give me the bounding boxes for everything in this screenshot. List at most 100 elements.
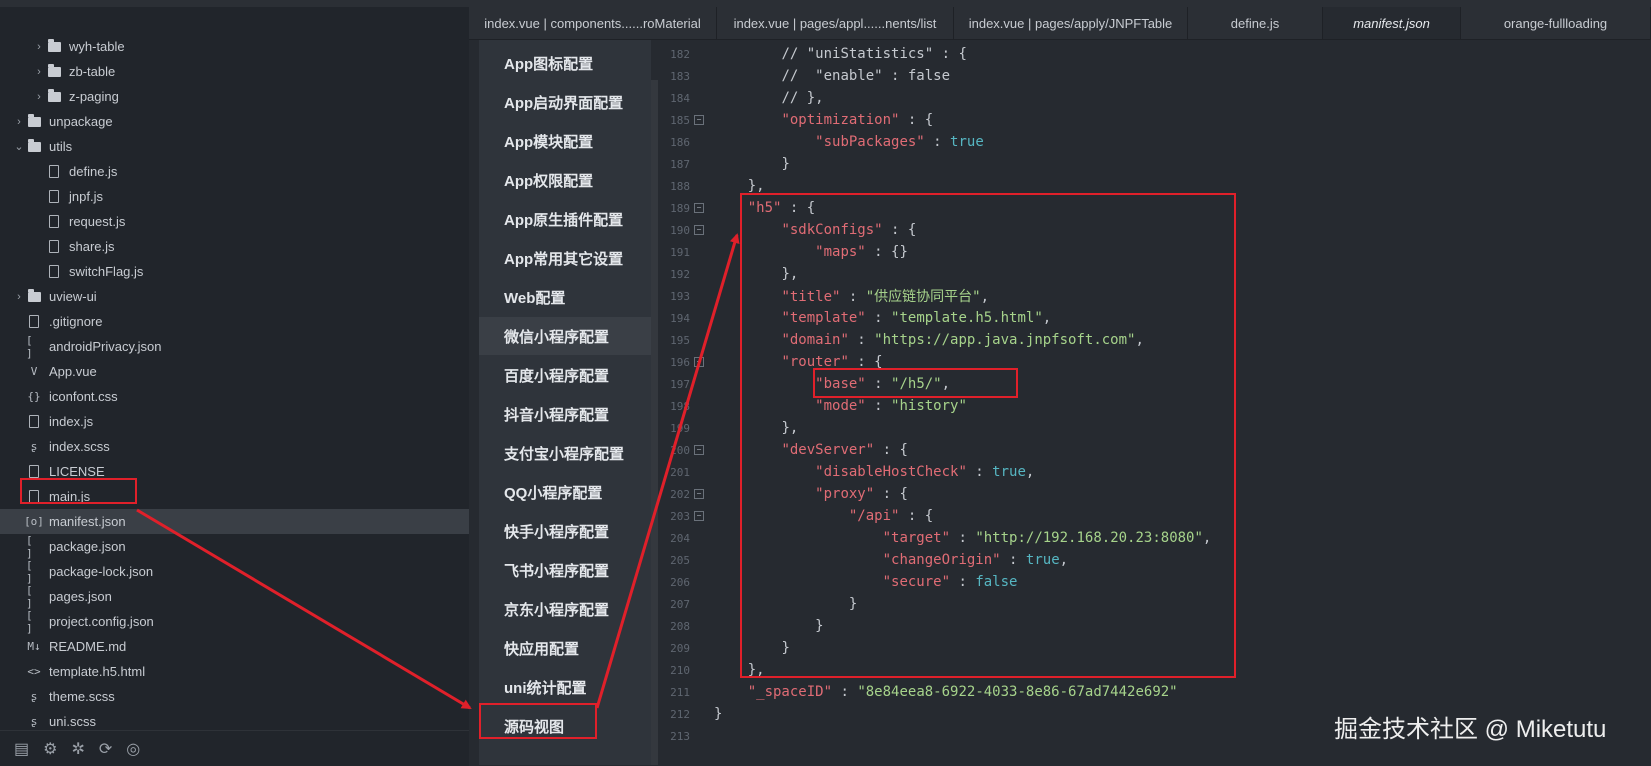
- line-number: 187: [670, 157, 690, 171]
- file-item[interactable]: .gitignore: [0, 309, 469, 334]
- file-item[interactable]: [ ] androidPrivacy.json: [0, 334, 469, 360]
- config-nav-item[interactable]: Web配置: [479, 278, 651, 316]
- chevron-down-icon[interactable]: ⌄: [12, 140, 26, 153]
- file-item[interactable]: V App.vue: [0, 359, 469, 384]
- config-nav-item[interactable]: 抖音小程序配置: [479, 395, 651, 433]
- line-number: 211: [670, 685, 690, 699]
- file-item[interactable]: index.js: [0, 409, 469, 434]
- code-token: :: [924, 134, 951, 150]
- fold-toggle-icon[interactable]: −: [694, 225, 704, 235]
- annotation-box-h5: [740, 193, 1236, 678]
- explorer-toolbar: ▤ ⚙ ✲ ⟳ ◎: [0, 730, 469, 766]
- file-item[interactable]: switchFlag.js: [0, 259, 469, 284]
- code-line: 211 "_spaceID" : "8e84eea8-6922-4033-8e86…: [658, 681, 1651, 703]
- tree-item-label: z-paging: [69, 89, 119, 104]
- chevron-right-icon[interactable]: ›: [32, 66, 46, 78]
- code-token: :: [832, 684, 858, 700]
- tree-item-label: jnpf.js: [69, 189, 103, 204]
- file-item[interactable]: [ ] pages.json: [0, 584, 469, 610]
- fold-toggle-icon[interactable]: −: [694, 511, 704, 521]
- folder-item[interactable]: › wyh-table: [0, 34, 469, 59]
- chevron-right-icon[interactable]: ›: [12, 116, 26, 128]
- config-nav-item[interactable]: App权限配置: [479, 161, 651, 199]
- config-nav-item[interactable]: App原生插件配置: [479, 200, 651, 238]
- tree-item-label: androidPrivacy.json: [49, 339, 162, 354]
- line-number: 192: [670, 267, 690, 281]
- tree-item-label: pages.json: [49, 589, 112, 604]
- explorer-icon[interactable]: ▤: [14, 739, 29, 759]
- git-icon[interactable]: ⟳: [99, 739, 112, 759]
- debug-icon[interactable]: ✲: [71, 739, 84, 759]
- file-shape: [29, 315, 39, 328]
- file-item[interactable]: [ ] package.json: [0, 534, 469, 560]
- config-nav-item[interactable]: QQ小程序配置: [479, 473, 651, 511]
- line-number: 184: [670, 91, 690, 105]
- file-type-icon: M↓: [27, 640, 41, 653]
- fold-toggle-icon[interactable]: −: [694, 357, 704, 367]
- tree-item-label: App.vue: [49, 364, 97, 379]
- tree-item-label: LICENSE: [49, 464, 105, 479]
- config-nav-item[interactable]: 快手小程序配置: [479, 512, 651, 550]
- code-line: 186 "subPackages" : true: [658, 131, 1651, 153]
- editor-tab[interactable]: index.vue | pages/apply/JNPFTable: [954, 7, 1188, 39]
- folder-icon: [46, 38, 62, 55]
- line-number: 207: [670, 597, 690, 611]
- config-nav-item[interactable]: 京东小程序配置: [479, 590, 651, 628]
- config-nav-item[interactable]: App图标配置: [479, 44, 651, 82]
- editor-tab[interactable]: orange-fullloading: [1461, 7, 1651, 39]
- file-item[interactable]: jnpf.js: [0, 184, 469, 209]
- config-nav-scrollbar[interactable]: [651, 80, 658, 765]
- editor-tab[interactable]: index.vue | components......roMaterial: [469, 7, 717, 39]
- folder-shape: [47, 63, 61, 77]
- folder-shape: [47, 88, 61, 102]
- config-nav-item[interactable]: 快应用配置: [479, 629, 651, 667]
- file-item[interactable]: request.js: [0, 209, 469, 234]
- code-text: // "uniStatistics" : {: [781, 46, 966, 62]
- tree-item-label: define.js: [69, 164, 118, 179]
- file-item[interactable]: {} iconfont.css: [0, 384, 469, 409]
- folder-item[interactable]: › unpackage: [0, 109, 469, 134]
- code-line: 182 // "uniStatistics" : {: [658, 43, 1651, 65]
- chevron-right-icon[interactable]: ›: [12, 291, 26, 303]
- fold-toggle-icon[interactable]: −: [694, 203, 704, 213]
- fold-toggle-icon[interactable]: −: [694, 489, 704, 499]
- plugin-icon[interactable]: ◎: [126, 739, 140, 759]
- run-icon[interactable]: ⚙: [43, 739, 57, 759]
- fold-toggle-icon[interactable]: −: [694, 445, 704, 455]
- code-token: "_spaceID": [747, 684, 833, 700]
- code-text: // },: [781, 90, 823, 106]
- editor-tab[interactable]: manifest.json: [1323, 7, 1461, 39]
- file-item[interactable]: ʂ theme.scss: [0, 684, 469, 709]
- chevron-right-icon[interactable]: ›: [32, 91, 46, 103]
- file-item[interactable]: [o] manifest.json: [0, 509, 469, 534]
- file-type-icon: [o]: [24, 515, 44, 528]
- config-nav-item[interactable]: App常用其它设置: [479, 239, 651, 277]
- config-nav-item[interactable]: 支付宝小程序配置: [479, 434, 651, 472]
- file-item[interactable]: [ ] package-lock.json: [0, 559, 469, 585]
- folder-item[interactable]: ⌄ utils: [0, 134, 469, 159]
- chevron-right-icon[interactable]: ›: [32, 41, 46, 53]
- code-token: "optimization": [781, 112, 900, 128]
- folder-item[interactable]: › z-paging: [0, 84, 469, 109]
- file-item[interactable]: M↓ README.md: [0, 634, 469, 659]
- file-item[interactable]: ʂ index.scss: [0, 434, 469, 459]
- file-item[interactable]: [ ] project.config.json: [0, 609, 469, 635]
- file-item[interactable]: share.js: [0, 234, 469, 259]
- config-nav-item[interactable]: 百度小程序配置: [479, 356, 651, 394]
- config-nav-item[interactable]: uni统计配置: [479, 668, 651, 706]
- editor-tab[interactable]: index.vue | pages/appl......nents/list: [717, 7, 954, 39]
- config-nav-item[interactable]: App模块配置: [479, 122, 651, 160]
- config-nav-item[interactable]: App启动界面配置: [479, 83, 651, 121]
- fold-toggle-icon[interactable]: −: [694, 115, 704, 125]
- folder-item[interactable]: › uview-ui: [0, 284, 469, 309]
- line-number: 183: [670, 69, 690, 83]
- code-token: },: [747, 178, 765, 194]
- file-item[interactable]: define.js: [0, 159, 469, 184]
- config-nav-item[interactable]: 微信小程序配置: [479, 317, 651, 355]
- file-item[interactable]: <> template.h5.html: [0, 659, 469, 684]
- config-nav-item[interactable]: 飞书小程序配置: [479, 551, 651, 589]
- code-text: "optimization" : {: [781, 112, 933, 128]
- editor-tabs: index.vue | components......roMaterial in…: [469, 7, 1651, 40]
- editor-tab[interactable]: define.js: [1188, 7, 1323, 39]
- folder-item[interactable]: › zb-table: [0, 59, 469, 84]
